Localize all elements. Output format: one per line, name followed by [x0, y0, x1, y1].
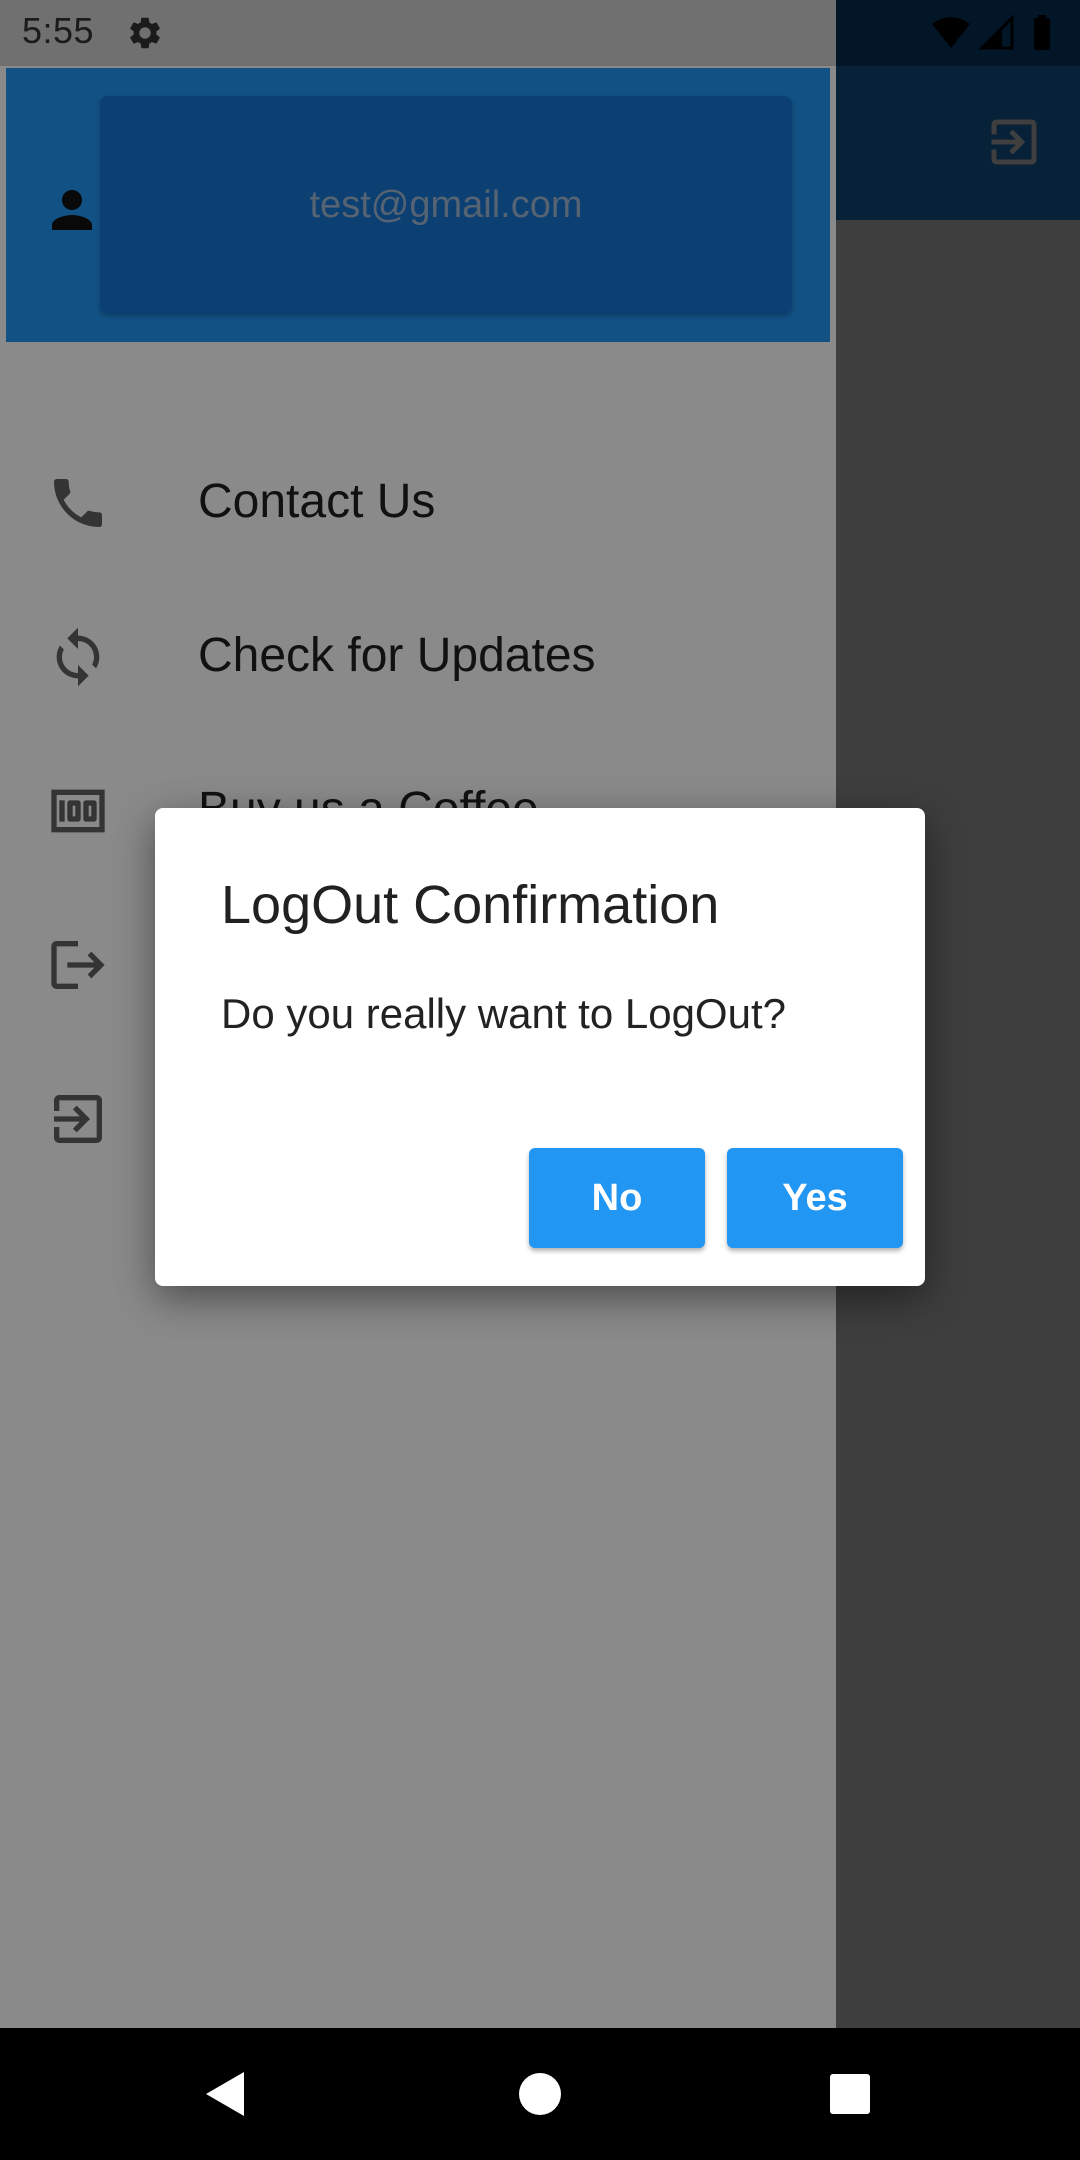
dialog-title: LogOut Confirmation [221, 875, 720, 935]
back-icon[interactable] [190, 2058, 262, 2130]
home-icon[interactable] [504, 2058, 576, 2130]
yes-button[interactable]: Yes [727, 1148, 903, 1248]
logout-dialog: LogOut Confirmation Do you really want t… [155, 808, 925, 1286]
no-button[interactable]: No [529, 1148, 705, 1248]
screen: 5:55 test@gmail.com Contact Us Check for [0, 0, 1080, 2160]
recents-icon[interactable] [814, 2058, 886, 2130]
navigation-bar [0, 2028, 1080, 2160]
dialog-message: Do you really want to LogOut? [221, 990, 786, 1037]
